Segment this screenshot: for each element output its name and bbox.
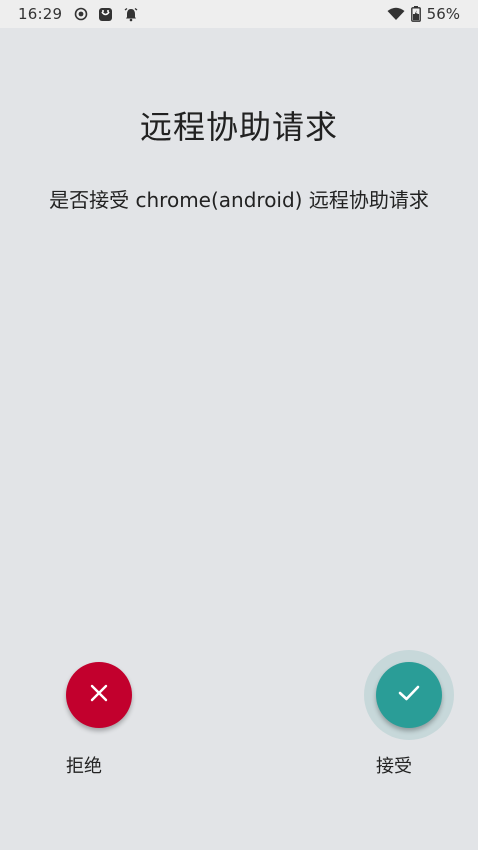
battery-charging-icon [410, 6, 421, 22]
battery-level: 56% [426, 5, 460, 23]
reject-button-wrap [39, 662, 132, 752]
accept-button[interactable] [376, 662, 442, 728]
reject-action: 拒绝 [24, 662, 144, 777]
dialog-title: 远程协助请求 [139, 108, 338, 146]
app-notification-icon [98, 7, 113, 22]
reject-label: 拒绝 [66, 756, 102, 777]
status-icons-right: 56% [387, 5, 460, 23]
remote-assist-screen: 16:29 56% 远程协助请求 是否接受 chrome(android) 远程… [0, 0, 478, 850]
record-icon [74, 7, 88, 21]
status-bar: 16:29 56% [0, 0, 478, 28]
wifi-icon [387, 7, 405, 21]
accept-label: 接受 [376, 756, 412, 777]
alarm-icon [123, 6, 139, 22]
close-icon [89, 683, 109, 707]
reject-button[interactable] [66, 662, 132, 728]
accept-action: 接受 [334, 650, 454, 777]
status-icons-left [74, 5, 139, 23]
check-icon [397, 683, 421, 707]
dialog-message: 是否接受 chrome(android) 远程协助请求 [49, 188, 429, 212]
status-time: 16:29 [18, 5, 63, 23]
accept-button-wrap [349, 650, 454, 752]
